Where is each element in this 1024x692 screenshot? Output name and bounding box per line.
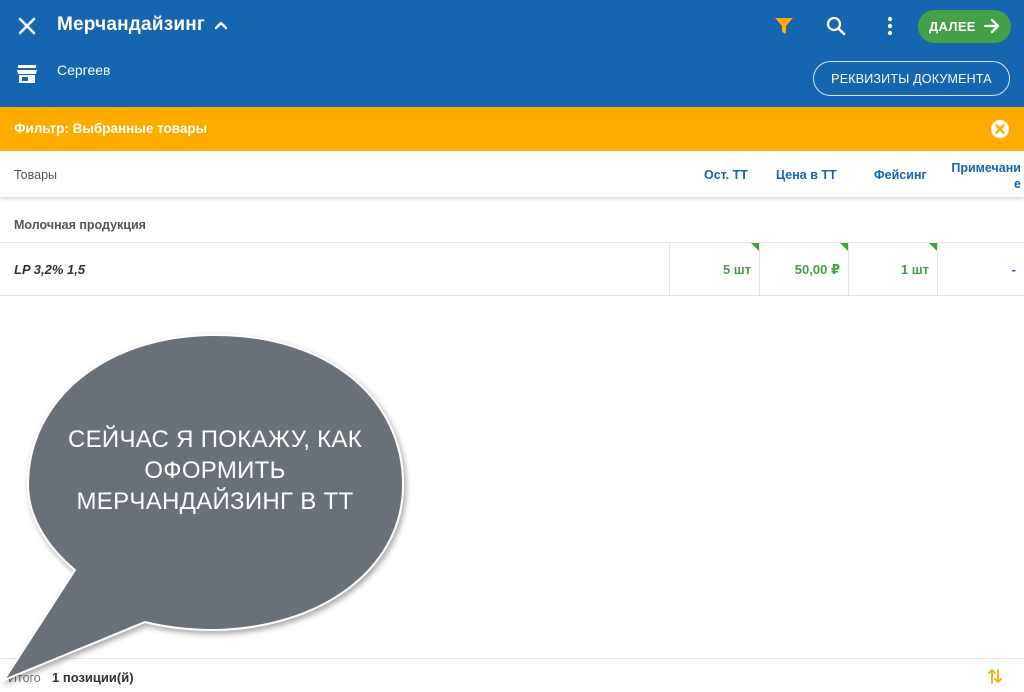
search-icon: [826, 16, 846, 36]
app-bar: Мерчандайзинг ДАЛЕЕ Сергеев РЕКВИЗИТЫ ДО…: [0, 0, 1024, 107]
facing-cell[interactable]: 1 шт: [848, 243, 937, 296]
edit-marker: [751, 243, 759, 251]
clear-filter-icon[interactable]: [990, 119, 1010, 139]
column-header-note[interactable]: Примечание: [951, 160, 1021, 192]
sort-icon[interactable]: [985, 666, 1005, 686]
store-name: Сергеев: [57, 62, 111, 78]
price-value: 50,00 ₽: [794, 262, 840, 277]
column-header-rest[interactable]: Ост. ТТ: [704, 168, 748, 182]
rest-cell[interactable]: 5 шт: [669, 243, 759, 296]
page-title: Мерчандайзинг: [57, 14, 206, 35]
note-value: -: [1011, 262, 1016, 277]
title-expand-button[interactable]: [210, 14, 232, 36]
price-cell[interactable]: 50,00 ₽: [759, 243, 848, 296]
edit-marker: [840, 243, 848, 251]
close-button[interactable]: [12, 11, 42, 41]
document-details-button[interactable]: РЕКВИЗИТЫ ДОКУМЕНТА: [813, 61, 1010, 96]
group-header: Молочная продукция: [0, 203, 1024, 243]
chevron-up-icon: [214, 21, 228, 30]
group-label: Молочная продукция: [14, 218, 146, 232]
more-menu-button[interactable]: [876, 12, 904, 40]
arrow-right-icon: [983, 18, 1000, 34]
next-button[interactable]: ДАЛЕЕ: [918, 10, 1011, 43]
filter-icon: [775, 18, 793, 34]
edit-marker: [929, 243, 937, 251]
column-header-facing[interactable]: Фейсинг: [874, 168, 927, 182]
filter-banner-text: Фильтр: Выбранные товары: [14, 121, 208, 136]
next-button-label: ДАЛЕЕ: [929, 19, 976, 34]
rest-value: 5 шт: [722, 262, 751, 277]
column-header-goods[interactable]: Товары: [14, 168, 57, 182]
note-cell[interactable]: -: [937, 243, 1024, 296]
table-row[interactable]: LP 3,2% 1,5 5 шт 50,00 ₽ 1 шт -: [0, 243, 1024, 296]
search-button[interactable]: [822, 12, 850, 40]
table-header: Товары Ост. ТТ Цена в ТТ Фейсинг Примеча…: [0, 151, 1024, 197]
more-vert-icon: [887, 16, 893, 36]
facing-value: 1 шт: [900, 262, 929, 277]
filter-banner: Фильтр: Выбранные товары: [0, 107, 1024, 151]
column-header-price[interactable]: Цена в ТТ: [776, 168, 837, 182]
close-icon: [18, 17, 36, 35]
speech-bubble-text: СЕЙЧАС Я ПОКАЖУ, КАК ОФОРМИТЬ МЕРЧАНДАЙЗ…: [67, 426, 363, 515]
filter-button[interactable]: [770, 12, 798, 40]
product-name: LP 3,2% 1,5: [14, 262, 86, 277]
store-icon: [17, 65, 37, 83]
